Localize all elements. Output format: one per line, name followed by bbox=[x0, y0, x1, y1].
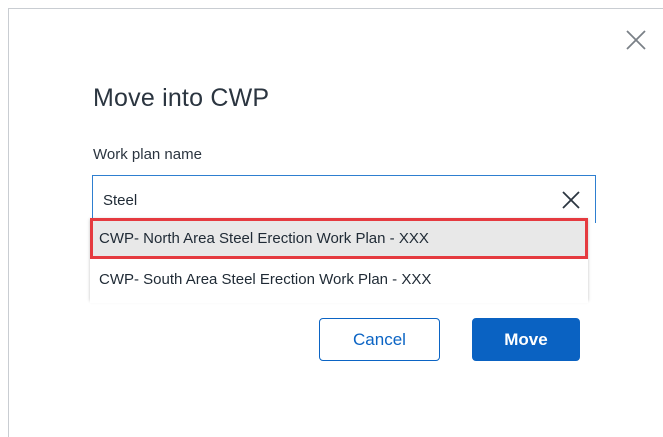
cancel-button[interactable]: Cancel bbox=[319, 318, 440, 361]
work-plan-dropdown: CWP- North Area Steel Erection Work Plan… bbox=[90, 218, 588, 303]
clear-search-button[interactable] bbox=[559, 188, 583, 212]
work-plan-name-input[interactable] bbox=[103, 189, 543, 211]
clear-icon bbox=[562, 191, 580, 209]
close-icon bbox=[626, 30, 646, 50]
work-plan-name-label: Work plan name bbox=[93, 146, 202, 163]
move-button[interactable]: Move bbox=[472, 318, 580, 361]
work-plan-search-box bbox=[92, 175, 596, 223]
dialog-title: Move into CWP bbox=[93, 84, 270, 112]
dropdown-option-south-area[interactable]: CWP- South Area Steel Erection Work Plan… bbox=[90, 262, 588, 303]
dropdown-option-north-area[interactable]: CWP- North Area Steel Erection Work Plan… bbox=[90, 218, 588, 259]
close-button[interactable] bbox=[621, 25, 651, 55]
